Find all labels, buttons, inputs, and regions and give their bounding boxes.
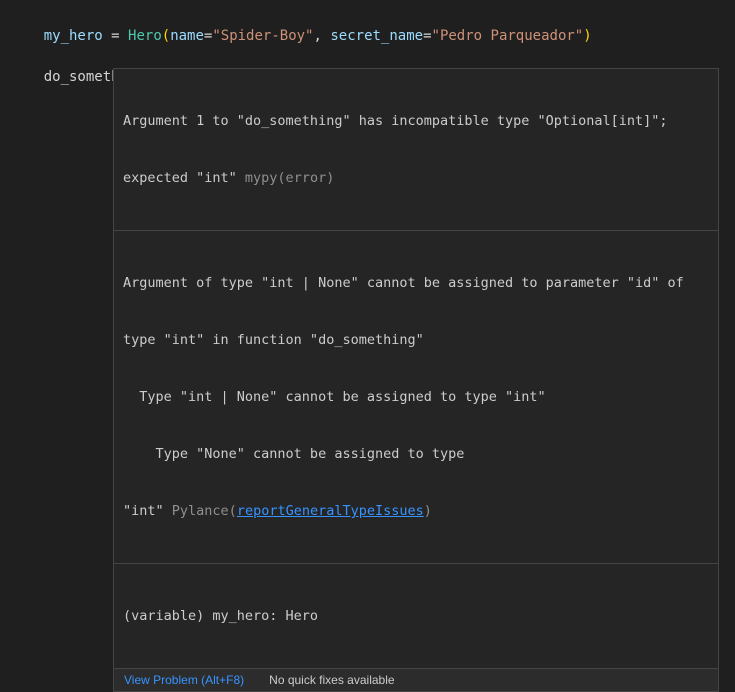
hover-tooltip: Argument 1 to "do_something" has incompa…: [113, 68, 719, 692]
variable-info-text: (variable) my_hero: Hero: [123, 607, 710, 626]
hover-status-bar: View Problem (Alt+F8) No quick fixes ava…: [114, 668, 718, 691]
code-line-3[interactable]: do_something(my_hero.id): [10, 47, 246, 67]
view-problem-link[interactable]: View Problem (Alt+F8): [124, 673, 244, 687]
diagnostic-pylance: Argument of type "int | None" cannot be …: [114, 230, 718, 563]
mypy-source-label: mypy(error): [245, 170, 334, 186]
token-comma: ,: [314, 28, 331, 44]
token-class-hero: Hero: [128, 28, 162, 44]
pylance-source-label: Pylance(: [172, 503, 237, 519]
pylance-message-line-1: Argument of type "int | None" cannot be …: [123, 274, 710, 293]
token-close-paren: ): [583, 28, 591, 44]
token-kwarg-name: name: [170, 28, 204, 44]
pylance-source-close: ): [424, 503, 432, 519]
token-equals: =: [423, 28, 431, 44]
pylance-message-line-4: Type "None" cannot be assigned to type: [123, 445, 710, 464]
token-kwarg-secret-name: secret_name: [330, 28, 423, 44]
mypy-message-text: expected "int": [123, 170, 245, 186]
code-line-1[interactable]: my_hero = Hero(name="Spider-Boy", secret…: [10, 6, 592, 26]
code-editor[interactable]: my_hero = Hero(name = "Spider-Boy", secret…: [0, 0, 735, 434]
mypy-message-line-2: expected "int" mypy(error): [123, 169, 710, 188]
token-assign-operator: =: [103, 28, 128, 44]
token-open-paren: (: [162, 28, 170, 44]
mypy-message-line-1: Argument 1 to "do_something" has incompa…: [123, 112, 710, 131]
pylance-message-line-2: type "int" in function "do_something": [123, 331, 710, 350]
pylance-message-line-3: Type "int | None" cannot be assigned to …: [123, 388, 710, 407]
diagnostic-mypy: Argument 1 to "do_something" has incompa…: [114, 69, 718, 230]
variable-info-section: (variable) my_hero: Hero: [114, 563, 718, 668]
pylance-message-line-5: "int" Pylance(reportGeneralTypeIssues): [123, 502, 710, 521]
no-quick-fixes-label: No quick fixes available: [269, 673, 394, 687]
token-variable-my-hero: my_hero: [44, 28, 103, 44]
token-string-pedro: "Pedro Parqueador": [432, 28, 584, 44]
report-general-type-issues-link[interactable]: reportGeneralTypeIssues: [237, 503, 424, 519]
token-string-spider-boy: "Spider-Boy": [212, 28, 313, 44]
pylance-message-text: "int": [123, 503, 172, 519]
